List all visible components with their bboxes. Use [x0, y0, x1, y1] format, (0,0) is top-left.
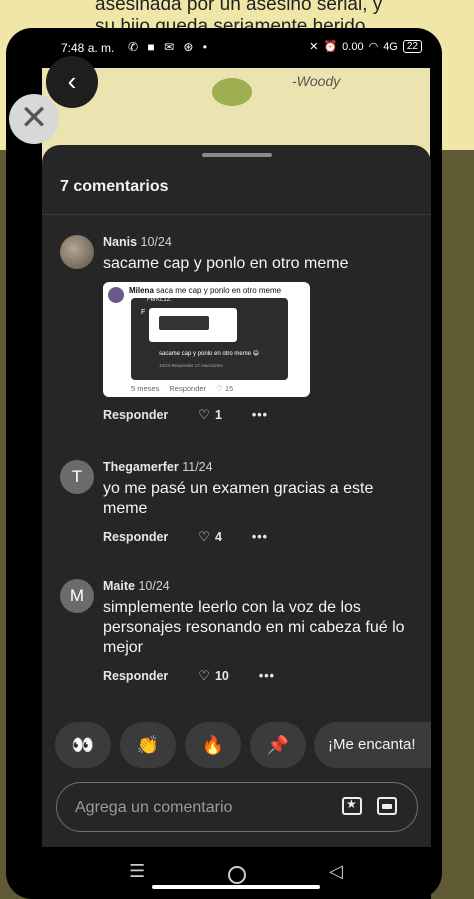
network-type: 4G — [383, 40, 398, 53]
comment-actions: Responder ♡ 1 ••• — [103, 407, 421, 423]
heart-icon: ♡ — [198, 407, 210, 422]
more-options-icon[interactable]: ••• — [259, 669, 275, 683]
more-options-icon[interactable]: ••• — [252, 530, 268, 544]
more-options-icon[interactable]: ••• — [252, 408, 268, 422]
meme-signature: -Woody — [292, 73, 341, 89]
sticker-icon[interactable] — [342, 797, 362, 815]
comments-count-title: 7 comentarios — [60, 178, 169, 195]
comment-text: yo me pasé un examen gracias a este meme — [103, 480, 374, 517]
back-button[interactable]: ‹ — [46, 56, 98, 108]
like-count: 1 — [214, 408, 222, 422]
home-icon[interactable] — [228, 866, 246, 884]
close-button[interactable]: ✕ — [9, 94, 59, 144]
embed-inner-screenshot — [149, 308, 237, 342]
comment-actions: Responder ♡ 4 ••• — [103, 529, 421, 545]
status-time: 7:48 a. m. — [61, 41, 115, 55]
avatar[interactable]: T — [60, 460, 94, 494]
embed-inner-initial: F — [141, 309, 146, 316]
comment-body: Thegamerfer 11/24 yo me pasé un examen g… — [103, 460, 421, 545]
embed-inner-meta: 10/24 Responder 17 reacciones — [159, 363, 223, 368]
reaction-pin-button[interactable]: 📌 — [250, 722, 306, 768]
comment-header: Nanis 10/24 — [103, 235, 421, 249]
mute-icon: ✕ — [309, 41, 319, 53]
comment-actions: Responder ♡ 10 ••• — [103, 668, 421, 684]
reaction-eyes-button[interactable]: 👀 — [55, 722, 111, 768]
system-nav-bar: ☰ ◁ — [42, 847, 431, 899]
like-count: 4 — [214, 530, 222, 544]
quick-reactions: 👀 👏 🔥 📌 ¡Me encanta! — [42, 722, 431, 772]
notification-icons: ✆ ■ ✉ ⊛ • — [128, 40, 210, 54]
gallery-icon[interactable] — [377, 797, 397, 815]
comment-header: Thegamerfer 11/24 — [103, 460, 421, 474]
comment-text: simplemente leerlo con la voz de los per… — [103, 599, 405, 656]
comment-username[interactable]: Maite — [103, 579, 135, 593]
embed-footer: 5 meses Responder ♡ 15 — [131, 384, 234, 393]
comment-image[interactable]: Milena saca me cap y ponlo en otro meme … — [103, 282, 310, 397]
comment-date: 11/24 — [182, 460, 213, 474]
wifi-icon: ◠ — [368, 41, 379, 53]
like-button[interactable]: ♡ 10 — [198, 668, 229, 684]
recents-icon[interactable]: ☰ — [129, 861, 145, 882]
like-button[interactable]: ♡ 4 — [198, 529, 222, 545]
back-triangle-icon[interactable]: ◁ — [329, 861, 343, 882]
comment-text: sacame cap y ponlo en otro meme — [103, 255, 349, 272]
chevron-left-icon: ‹ — [67, 66, 77, 96]
home-gesture-bar[interactable] — [152, 885, 320, 889]
reaction-clap-button[interactable]: 👏 — [120, 722, 176, 768]
like-button[interactable]: ♡ 1 — [198, 407, 222, 423]
comment-input-box[interactable] — [56, 782, 418, 832]
divider — [42, 214, 431, 215]
embed-header: Milena saca me cap y ponlo en otro meme — [129, 286, 282, 295]
close-icon: ✕ — [19, 99, 49, 137]
avatar[interactable] — [60, 235, 94, 269]
heart-icon: ♡ — [198, 529, 210, 544]
embed-inner-reply: sacame cap y ponlo en otro meme 😄 — [159, 351, 259, 357]
reaction-fire-button[interactable]: 🔥 — [185, 722, 241, 768]
comment-date: 10/24 — [140, 235, 172, 249]
comment-input[interactable] — [73, 795, 327, 821]
embed-inner-user: FerKL12. — [147, 297, 172, 303]
comment-date: 10/24 — [138, 579, 170, 593]
net-speed: 0.00 — [342, 40, 364, 53]
status-right-icons: ✕ ⏰ 0.00 ◠ 4G 22 — [309, 40, 422, 53]
comment-header: Maite 10/24 — [103, 579, 421, 593]
avatar[interactable]: M — [60, 579, 94, 613]
comment-body: Maite 10/24 simplemente leerlo con la vo… — [103, 579, 421, 684]
like-count: 10 — [214, 669, 229, 683]
comment-username[interactable]: Thegamerfer — [103, 460, 179, 474]
heart-icon: ♡ — [198, 668, 210, 683]
reply-button[interactable]: Responder — [103, 669, 168, 683]
alarm-icon: ⏰ — [323, 41, 338, 53]
comment-username[interactable]: Nanis — [103, 235, 137, 249]
sheet-grabber[interactable] — [202, 153, 272, 157]
reply-button[interactable]: Responder — [103, 408, 168, 422]
comment-body: Nanis 10/24 sacame cap y ponlo en otro m… — [103, 235, 421, 423]
embed-avatar — [108, 287, 124, 303]
reply-button[interactable]: Responder — [103, 530, 168, 544]
comments-sheet: 7 comentarios Nanis 10/24 sacame cap y p… — [42, 145, 431, 847]
battery-indicator: 22 — [402, 40, 422, 53]
reaction-love-button[interactable]: ¡Me encanta! — [314, 722, 431, 768]
meme-doodle — [212, 78, 252, 106]
